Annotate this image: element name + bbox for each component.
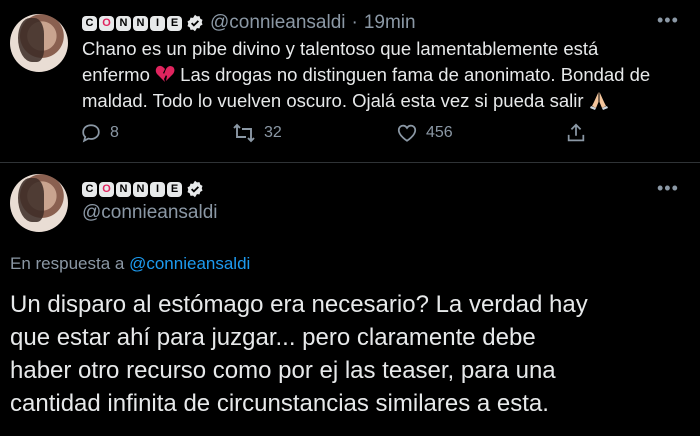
like-icon	[397, 124, 417, 142]
broken-heart-icon	[155, 65, 175, 82]
name-letter: I	[150, 15, 165, 31]
tweet-text-line: maldad. Todo lo vuelven oscuro. Ojalá es…	[82, 88, 692, 114]
share-button[interactable]	[565, 122, 587, 144]
handle[interactable]: @connieansaldi	[82, 202, 218, 224]
name-letter: E	[167, 15, 182, 31]
tweet-text-line: cantidad infinita de circunstancias simi…	[10, 390, 549, 417]
retweet-count: 32	[264, 124, 282, 141]
praying-hands-icon	[589, 92, 608, 110]
avatar[interactable]	[10, 174, 68, 232]
avatar[interactable]	[10, 14, 68, 72]
name-letter: N	[116, 15, 131, 31]
name-letter: I	[150, 181, 165, 197]
reply-count: 8	[110, 124, 119, 141]
timestamp[interactable]: 19min	[364, 12, 416, 34]
name-letter: N	[133, 15, 148, 31]
name-letter: O	[99, 15, 114, 31]
tweet-text-span: enfermo	[82, 64, 150, 85]
tweet-text: Un disparo al estómago era necesario? La…	[10, 288, 695, 420]
tweet-text-line: que estar ahí para juzgar... pero claram…	[10, 324, 536, 351]
reply-button[interactable]: 8	[80, 122, 119, 144]
share-icon	[567, 123, 585, 142]
tweet-text-span: Las drogas no distinguen fama de anonima…	[180, 64, 651, 85]
separator: ·	[351, 12, 358, 33]
tweet-text-span: maldad. Todo lo vuelven oscuro. Ojalá es…	[82, 90, 584, 111]
verified-icon	[187, 14, 203, 32]
display-name[interactable]: C O N N I E	[82, 14, 204, 32]
name-letter: C	[82, 181, 97, 197]
retweet-icon	[233, 123, 255, 143]
tweet-text-line: Chano es un pibe divino y talentoso que …	[82, 38, 599, 59]
name-letter: E	[167, 181, 182, 197]
reply-prefix: En respuesta a	[10, 254, 125, 273]
name-letter: C	[82, 15, 97, 31]
verified-icon	[187, 180, 203, 198]
divider	[0, 162, 700, 163]
more-icon[interactable]: •••	[657, 10, 679, 31]
reply-to-link[interactable]: @connieansaldi	[129, 254, 250, 273]
handle[interactable]: @connieansaldi	[210, 12, 346, 34]
more-icon[interactable]: •••	[657, 178, 679, 199]
like-button[interactable]: 456	[396, 122, 453, 144]
like-count: 456	[426, 124, 453, 141]
reply-context: En respuesta a @connieansaldi	[10, 254, 250, 274]
name-letter: N	[116, 181, 131, 197]
name-letter: N	[133, 181, 148, 197]
tweet-text-line: Un disparo al estómago era necesario? La…	[10, 291, 588, 318]
tweet-text-line: enfermo Las drogas no distinguen fama de…	[82, 62, 692, 88]
name-letter: O	[99, 181, 114, 197]
retweet-button[interactable]: 32	[232, 122, 282, 144]
display-name[interactable]: C O N N I E	[82, 180, 204, 198]
reply-icon	[82, 124, 100, 143]
tweet-text-line: haber otro recurso como por ej las tease…	[10, 357, 556, 384]
